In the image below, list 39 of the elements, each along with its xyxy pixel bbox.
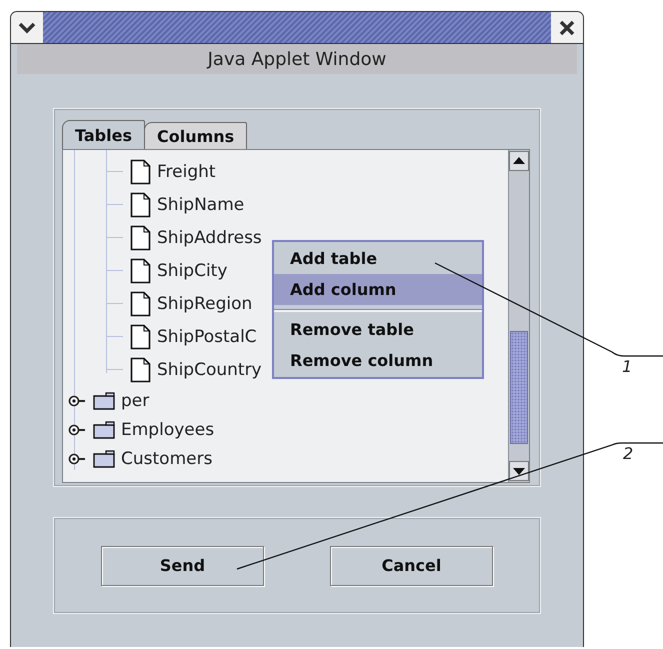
tree-item[interactable]: ShipRegion	[157, 294, 252, 314]
document-icon	[130, 192, 151, 218]
chevron-down-icon	[18, 20, 36, 34]
menu-item[interactable]: Add column	[274, 274, 482, 305]
tree-item[interactable]: ShipPostalC	[157, 326, 257, 346]
document-icon	[130, 258, 151, 284]
tree-item[interactable]: Employees	[121, 420, 214, 440]
dialog-button[interactable]: Cancel	[330, 546, 493, 586]
folder-icon	[93, 450, 115, 468]
tree-item[interactable]: ShipCountry	[157, 360, 262, 380]
tab[interactable]: Tables	[62, 120, 145, 149]
menu-item[interactable]: Remove column	[274, 345, 482, 376]
tree-item[interactable]: ShipName	[157, 194, 244, 214]
scrollbar[interactable]	[508, 150, 529, 482]
dialog-button[interactable]: Send	[101, 546, 264, 586]
callout-number: 1	[622, 357, 632, 376]
callout-number: 2	[623, 444, 634, 463]
window-title: Java Applet Window	[208, 48, 386, 70]
window-menu-button[interactable]	[11, 12, 43, 43]
document-icon	[130, 290, 151, 316]
close-button[interactable]	[551, 12, 583, 43]
folder-icon	[93, 420, 115, 438]
tree-item[interactable]: ShipAddress	[157, 228, 262, 248]
scrollbar-thumb[interactable]	[510, 331, 528, 444]
tree-item[interactable]: Freight	[157, 162, 216, 182]
tree-item[interactable]: Customers	[121, 448, 212, 468]
scroll-down-button[interactable]	[509, 461, 529, 481]
menu-item[interactable]: Remove table	[274, 314, 482, 345]
close-icon	[559, 20, 575, 36]
tree-item[interactable]: ShipCity	[157, 260, 228, 280]
tree-item[interactable]: per	[121, 390, 150, 410]
document-icon	[130, 158, 151, 184]
tab[interactable]: Columns	[144, 122, 248, 149]
folder-icon	[93, 392, 115, 410]
document-icon	[130, 224, 151, 250]
document-icon	[130, 324, 151, 350]
menu-item[interactable]: Add table	[274, 243, 482, 274]
document-icon	[130, 356, 151, 382]
scroll-up-button[interactable]	[509, 151, 529, 171]
